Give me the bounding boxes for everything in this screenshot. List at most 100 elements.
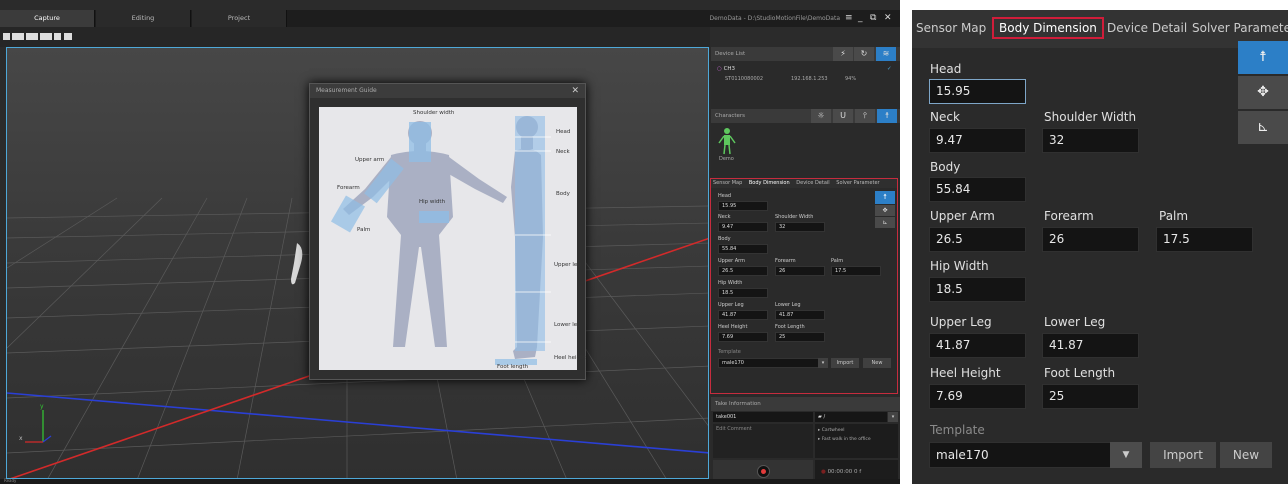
layout-triple-icon[interactable]	[26, 33, 38, 40]
mini-template-select[interactable]: male170	[718, 358, 826, 368]
status-text: Ready	[4, 478, 17, 483]
mini-neck-input[interactable]: 9.47	[718, 222, 768, 232]
magnet-icon[interactable]: U	[833, 109, 853, 123]
upper-arm-input[interactable]: 26.5	[929, 227, 1026, 252]
mini-upper-leg-label: Upper Leg	[718, 302, 744, 308]
comment-input[interactable]: Edit Comment	[713, 424, 813, 458]
sun-icon[interactable]: ☼	[811, 109, 831, 123]
shoulder-width-input[interactable]: 32	[1042, 128, 1139, 153]
mini-head-input[interactable]: 15.95	[718, 201, 768, 211]
new-button[interactable]: New	[1220, 442, 1272, 468]
head-input[interactable]: 15.95	[929, 79, 1026, 104]
layout-split-icon[interactable]	[12, 33, 24, 40]
label-heel-height: Heel height	[554, 355, 586, 361]
tab-editing[interactable]: Editing	[96, 10, 191, 27]
layout-single-icon[interactable]	[3, 33, 10, 40]
mini-tab-device-detail[interactable]: Device Detail	[796, 180, 829, 186]
tab-sensor-map[interactable]: Sensor Map	[916, 19, 986, 37]
lower-leg-input[interactable]: 41.87	[1042, 333, 1139, 358]
mini-ruler-icon[interactable]: ⊾	[875, 217, 895, 228]
mini-shoulder-input[interactable]: 32	[775, 222, 825, 232]
foot-length-label: Foot Length	[1044, 366, 1116, 380]
mini-expand-icon[interactable]: ✥	[875, 205, 895, 216]
foot-length-input[interactable]: 25	[1042, 384, 1139, 409]
hip-width-input[interactable]: 18.5	[929, 277, 1026, 302]
device-list-title: Device List	[715, 51, 746, 57]
folder-caret-icon[interactable]: ▾	[888, 412, 898, 422]
tab-project[interactable]: Project	[192, 10, 287, 27]
take-info-header: Take Information	[711, 397, 900, 411]
device-row[interactable]: ○ CH3	[717, 66, 735, 72]
bluetooth-icon[interactable]: ⚡	[833, 47, 853, 61]
tab-solver-parameter[interactable]: Solver Parameter	[1192, 19, 1288, 37]
mini-tab-solver-parameter[interactable]: Solver Parameter	[836, 180, 879, 186]
maximize-button[interactable]: ⧉	[870, 10, 876, 27]
body-input[interactable]: 55.84	[929, 177, 1026, 202]
mini-forearm-input[interactable]: 26	[775, 266, 825, 276]
close-button[interactable]: ✕	[884, 10, 892, 27]
character-avatar[interactable]	[717, 127, 737, 155]
mini-body-input[interactable]: 55.84	[718, 244, 768, 254]
label-palm: Palm	[357, 227, 371, 233]
palm-input[interactable]: 17.5	[1156, 227, 1253, 252]
record-dot-icon	[761, 469, 766, 474]
take-list[interactable]: ▸ Cartwheel ▸ Fast walk in the office	[815, 424, 898, 458]
mini-tab-sensor-map[interactable]: Sensor Map	[713, 180, 742, 186]
tab-capture[interactable]: Capture	[0, 10, 95, 27]
ruler-icon[interactable]: ⊾	[1238, 111, 1288, 144]
forearm-input[interactable]: 26	[1042, 227, 1139, 252]
body-silhouette	[330, 116, 551, 365]
layout-grid-icon[interactable]	[54, 33, 61, 40]
import-button[interactable]: Import	[1150, 442, 1216, 468]
mini-tpose-icon[interactable]: ☨	[875, 191, 895, 204]
dialog-close-icon[interactable]: ✕	[571, 84, 579, 98]
tab-body-dimension[interactable]: Body Dimension	[992, 17, 1104, 39]
take-folder-select[interactable]: ▰ /	[815, 412, 887, 422]
mini-upper-arm-label: Upper Arm	[718, 258, 745, 264]
heel-height-input[interactable]: 7.69	[929, 384, 1026, 409]
layout-filter-icon[interactable]	[64, 33, 72, 40]
mini-new-button[interactable]: New	[863, 358, 891, 368]
neck-input[interactable]: 9.47	[929, 128, 1026, 153]
mini-forearm-label: Forearm	[775, 258, 796, 264]
characters-title: Characters	[715, 113, 746, 119]
mini-upper-leg-input[interactable]: 41.87	[718, 310, 768, 320]
mini-upper-arm-input[interactable]: 26.5	[718, 266, 768, 276]
take-info-title: Take Information	[715, 401, 761, 407]
mini-lower-leg-input[interactable]: 41.87	[775, 310, 825, 320]
template-caret-icon[interactable]: ▼	[1110, 442, 1142, 468]
layout-quad-icon[interactable]	[40, 33, 52, 40]
mini-neck-label: Neck	[718, 214, 731, 220]
tab-device-detail[interactable]: Device Detail	[1107, 19, 1187, 37]
mini-palm-input[interactable]: 17.5	[831, 266, 881, 276]
label-body: Body	[556, 191, 570, 197]
take-list-item[interactable]: ▸ Cartwheel	[818, 426, 895, 435]
record-button[interactable]	[757, 465, 770, 478]
mini-import-button[interactable]: Import	[831, 358, 859, 368]
menu-icon[interactable]: ≡	[845, 10, 853, 27]
device-check-icon[interactable]: ✓	[887, 66, 892, 72]
upper-leg-input[interactable]: 41.87	[929, 333, 1026, 358]
mini-tab-body-dimension[interactable]: Body Dimension	[749, 180, 790, 186]
mini-palm-label: Palm	[831, 258, 844, 264]
refresh-icon[interactable]: ↻	[854, 47, 874, 61]
minimize-button[interactable]: _	[858, 10, 863, 27]
tpose-icon[interactable]: ☨	[877, 109, 897, 123]
tpose-icon[interactable]: ☨	[1238, 41, 1288, 74]
expand-icon[interactable]: ✥	[1238, 76, 1288, 109]
mini-foot-input[interactable]: 25	[775, 332, 825, 342]
mini-heel-input[interactable]: 7.69	[718, 332, 768, 342]
wifi-icon[interactable]: ≋	[876, 47, 896, 61]
take-name-input[interactable]: take001	[713, 412, 813, 422]
mini-template-caret-icon[interactable]: ▾	[818, 358, 828, 368]
palm-label: Palm	[1159, 209, 1189, 223]
take-list-item[interactable]: ▸ Fast walk in the office	[818, 435, 895, 444]
mini-hip-input[interactable]: 18.5	[718, 288, 768, 298]
label-forearm: Forearm	[337, 185, 360, 191]
calibrate-icon[interactable]: ⫯	[855, 109, 875, 123]
device-battery: 94%	[845, 76, 857, 82]
device-list-header: Device List ⚡ ↻ ≋	[711, 47, 900, 61]
layout-toolbar	[0, 27, 710, 47]
label-upper-leg: Upper leg	[554, 262, 581, 268]
mini-shoulder-label: Shoulder Width	[775, 214, 814, 220]
